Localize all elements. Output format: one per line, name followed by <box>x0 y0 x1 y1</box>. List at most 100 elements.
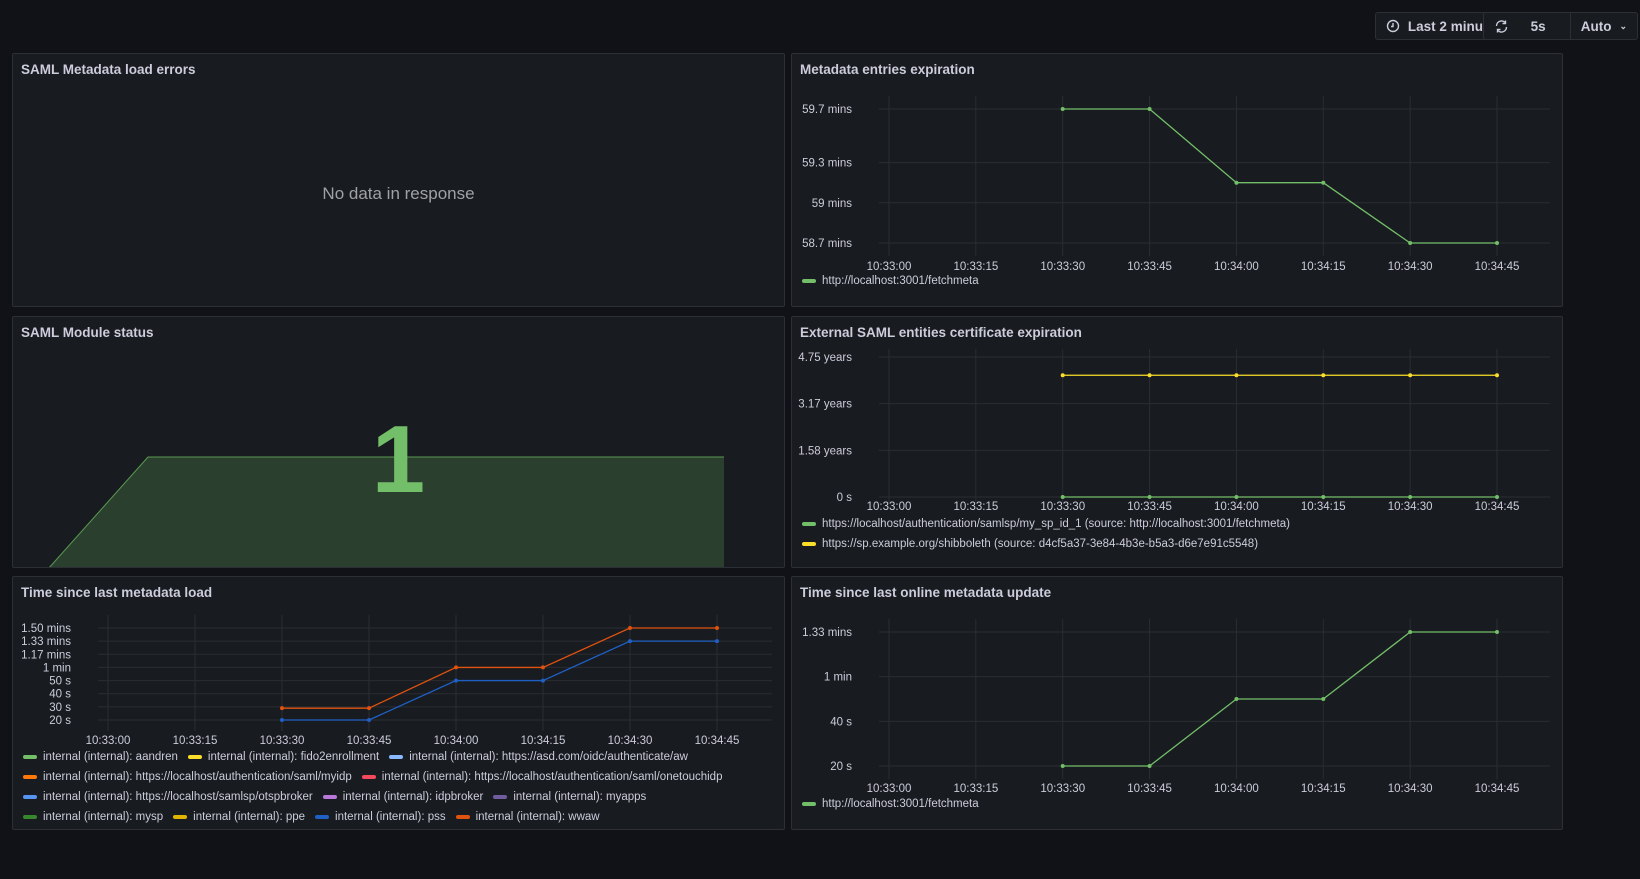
x-tick-label: 10:33:30 <box>1040 783 1085 795</box>
legend-item[interactable]: internal (internal): myapps <box>493 790 646 804</box>
chart-legend: http://localhost:3001/fetchmeta <box>802 797 1542 811</box>
y-tick-label: 1 min <box>824 672 852 684</box>
legend-item[interactable]: internal (internal): https://localhost/a… <box>23 770 352 784</box>
y-tick-label: 1.58 years <box>798 445 852 457</box>
data-point[interactable] <box>367 706 371 711</box>
data-point[interactable] <box>628 639 632 644</box>
data-point[interactable] <box>1147 764 1152 768</box>
data-point[interactable] <box>280 718 284 722</box>
data-point[interactable] <box>1408 373 1413 378</box>
data-point[interactable] <box>1408 241 1413 245</box>
x-tick-label: 10:34:30 <box>1388 501 1433 513</box>
legend-item[interactable]: internal (internal): https://localhost/a… <box>361 770 722 784</box>
data-point[interactable] <box>1321 373 1326 378</box>
x-tick-label: 10:34:45 <box>1475 501 1520 513</box>
legend-swatch <box>802 279 816 283</box>
data-point[interactable] <box>1147 107 1152 111</box>
panel-metadata-entries-expiration: Metadata entries expiration 10:33:00 10:3… <box>791 53 1563 307</box>
data-point[interactable] <box>1060 373 1065 378</box>
data-point[interactable] <box>715 639 719 644</box>
legend-item[interactable]: internal (internal): ppe <box>173 810 305 824</box>
legend-swatch <box>23 755 37 759</box>
legend-item[interactable]: https://localhost/authentication/samlsp/… <box>802 517 1542 531</box>
legend-item[interactable]: http://localhost:3001/fetchmeta <box>802 797 979 811</box>
legend-item[interactable]: internal (internal): pss <box>315 810 446 824</box>
data-point[interactable] <box>1234 495 1239 499</box>
y-tick-label: 50 s <box>49 676 71 688</box>
data-point[interactable] <box>1408 495 1413 499</box>
y-tick-label: 40 s <box>49 689 71 701</box>
legend-item[interactable]: http://localhost:3001/fetchmeta <box>802 274 979 288</box>
refresh-button[interactable]: 5s <box>1484 13 1570 39</box>
y-tick-label: 30 s <box>49 702 71 714</box>
x-tick-label: 10:34:15 <box>1301 501 1346 513</box>
legend-swatch <box>23 775 37 779</box>
data-point[interactable] <box>1495 630 1499 634</box>
legend-swatch <box>802 542 816 546</box>
data-point[interactable] <box>1060 107 1065 111</box>
legend-item[interactable]: internal (internal): mysp <box>23 810 163 824</box>
data-point[interactable] <box>628 626 632 630</box>
legend-label: internal (internal): ppe <box>193 811 306 823</box>
legend-item[interactable]: internal (internal): aandren <box>23 750 178 764</box>
chart-legend: http://localhost:3001/fetchmeta <box>802 274 1542 288</box>
data-point[interactable] <box>715 626 719 630</box>
chart-legend: internal (internal): aandren internal (in… <box>23 750 763 824</box>
legend-item[interactable]: internal (internal): idpbroker <box>322 790 484 804</box>
legend-swatch <box>23 815 37 819</box>
legend-swatch <box>315 815 330 819</box>
series-line <box>1062 631 1497 767</box>
refresh-icon <box>1495 19 1507 33</box>
legend-item[interactable]: internal (internal): https://localhost/s… <box>23 790 313 804</box>
data-point[interactable] <box>1408 630 1413 634</box>
legend-item[interactable]: internal (internal): fido2enrollment <box>187 750 379 764</box>
data-point[interactable] <box>454 678 458 683</box>
data-point[interactable] <box>1234 180 1239 185</box>
legend-swatch <box>361 775 376 779</box>
panel-title: SAML Metadata load errors <box>21 62 196 77</box>
x-tick-label: 10:34:45 <box>695 735 740 747</box>
x-tick-label: 10:33:15 <box>953 261 998 273</box>
y-tick-label: 1.17 mins <box>21 649 71 661</box>
refresh-interval-dropdown[interactable]: Auto ⌄ <box>1569 13 1637 39</box>
series-line <box>282 627 717 709</box>
legend-swatch <box>389 755 404 759</box>
data-point[interactable] <box>1321 697 1326 701</box>
data-point[interactable] <box>1060 495 1065 499</box>
data-point[interactable] <box>454 665 458 670</box>
x-tick-label: 10:34:00 <box>434 735 479 747</box>
y-tick-label: 40 s <box>830 716 852 728</box>
legend-item[interactable]: internal (internal): https://asd.com/oid… <box>389 750 688 764</box>
y-tick-label: 59 mins <box>812 198 853 210</box>
data-point[interactable] <box>1234 373 1239 378</box>
legend-label: internal (internal): idpbroker <box>342 791 484 803</box>
legend-label: internal (internal): myapps <box>513 791 647 803</box>
x-tick-label: 10:33:00 <box>86 735 131 747</box>
data-point[interactable] <box>1321 180 1326 185</box>
data-point[interactable] <box>1321 495 1326 499</box>
legend-label: https://sp.example.org/shibboleth (sourc… <box>822 538 1259 550</box>
data-point[interactable] <box>541 665 545 670</box>
data-point[interactable] <box>541 678 545 683</box>
y-tick-label: 1.33 mins <box>802 627 852 639</box>
data-point[interactable] <box>1060 764 1065 768</box>
y-tick-label: 1 min <box>43 662 71 674</box>
legend-item[interactable]: https://sp.example.org/shibboleth (sourc… <box>802 537 1542 551</box>
data-point[interactable] <box>1495 373 1499 378</box>
x-tick-label: 10:34:30 <box>608 735 653 747</box>
x-tick-label: 10:33:15 <box>953 501 998 513</box>
data-point[interactable] <box>1234 697 1239 701</box>
x-tick-label: 10:34:00 <box>1214 783 1259 795</box>
x-tick-label: 10:33:45 <box>1127 261 1172 273</box>
legend-label: internal (internal): mysp <box>43 811 164 823</box>
data-point[interactable] <box>1147 373 1152 378</box>
data-point[interactable] <box>367 718 371 722</box>
legend-label: https://localhost/authentication/samlsp/… <box>822 518 1290 530</box>
data-point[interactable] <box>1495 241 1499 245</box>
legend-item[interactable]: internal (internal): wwaw <box>455 810 600 824</box>
x-tick-label: 10:33:30 <box>1040 261 1085 273</box>
data-point[interactable] <box>1495 495 1499 499</box>
legend-label: internal (internal): aandren <box>43 751 178 763</box>
data-point[interactable] <box>1147 495 1152 499</box>
data-point[interactable] <box>280 706 284 711</box>
